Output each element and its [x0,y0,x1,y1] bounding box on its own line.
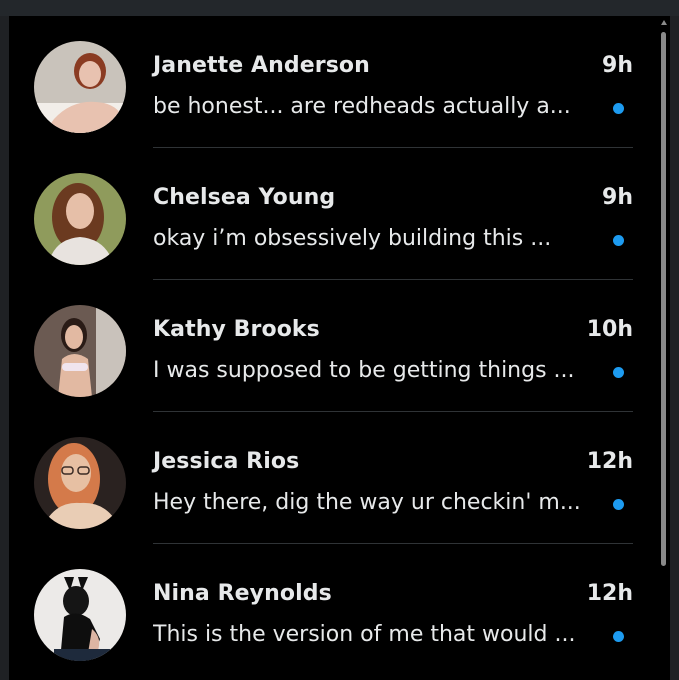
avatar[interactable] [34,305,126,397]
contact-name: Nina Reynolds [153,581,332,606]
message-preview: I was supposed to be getting things ... [153,358,575,383]
conversation-item-kathy-brooks[interactable]: Kathy Brooks 10h I was supposed to be ge… [9,280,659,412]
conversation-item-chelsea-young[interactable]: Chelsea Young 9h okay i’m obsessively bu… [9,148,659,280]
window-frame: Janette Anderson 9h be honest... are red… [0,0,679,680]
message-preview: This is the version of me that would ... [153,622,576,647]
contact-name: Janette Anderson [153,53,370,78]
unread-dot-icon [613,235,624,246]
messages-panel: Janette Anderson 9h be honest... are red… [9,16,670,680]
message-preview: be honest... are redheads actually a... [153,94,571,119]
avatar[interactable] [34,437,126,529]
unread-dot-icon [613,367,624,378]
avatar[interactable] [34,173,126,265]
contact-name: Jessica Rios [153,449,300,474]
avatar-photo [34,569,126,661]
scroll-up-arrow-icon[interactable] [661,20,667,25]
message-preview: Hey there, dig the way ur checkin' m... [153,490,581,515]
unread-dot-icon [613,631,624,642]
avatar-photo [34,173,126,265]
conversation-list: Janette Anderson 9h be honest... are red… [9,16,659,676]
conversation-item-jessica-rios[interactable]: Jessica Rios 12h Hey there, dig the way … [9,412,659,544]
unread-dot-icon [613,103,624,114]
avatar[interactable] [34,41,126,133]
timestamp: 12h [586,581,633,606]
contact-name: Kathy Brooks [153,317,320,342]
avatar-photo [34,41,126,133]
contact-name: Chelsea Young [153,185,336,210]
avatar-photo [34,305,126,397]
unread-dot-icon [613,499,624,510]
top-bar [0,0,679,16]
scrollbar-thumb[interactable] [661,32,666,566]
timestamp: 12h [586,449,633,474]
avatar[interactable] [34,569,126,661]
conversation-item-nina-reynolds[interactable]: Nina Reynolds 12h This is the version of… [9,544,659,676]
timestamp: 9h [602,185,633,210]
avatar-photo [34,437,126,529]
scrollbar[interactable] [659,16,670,680]
timestamp: 10h [586,317,633,342]
timestamp: 9h [602,53,633,78]
message-preview: okay i’m obsessively building this ... [153,226,552,251]
conversation-item-janette-anderson[interactable]: Janette Anderson 9h be honest... are red… [9,16,659,148]
